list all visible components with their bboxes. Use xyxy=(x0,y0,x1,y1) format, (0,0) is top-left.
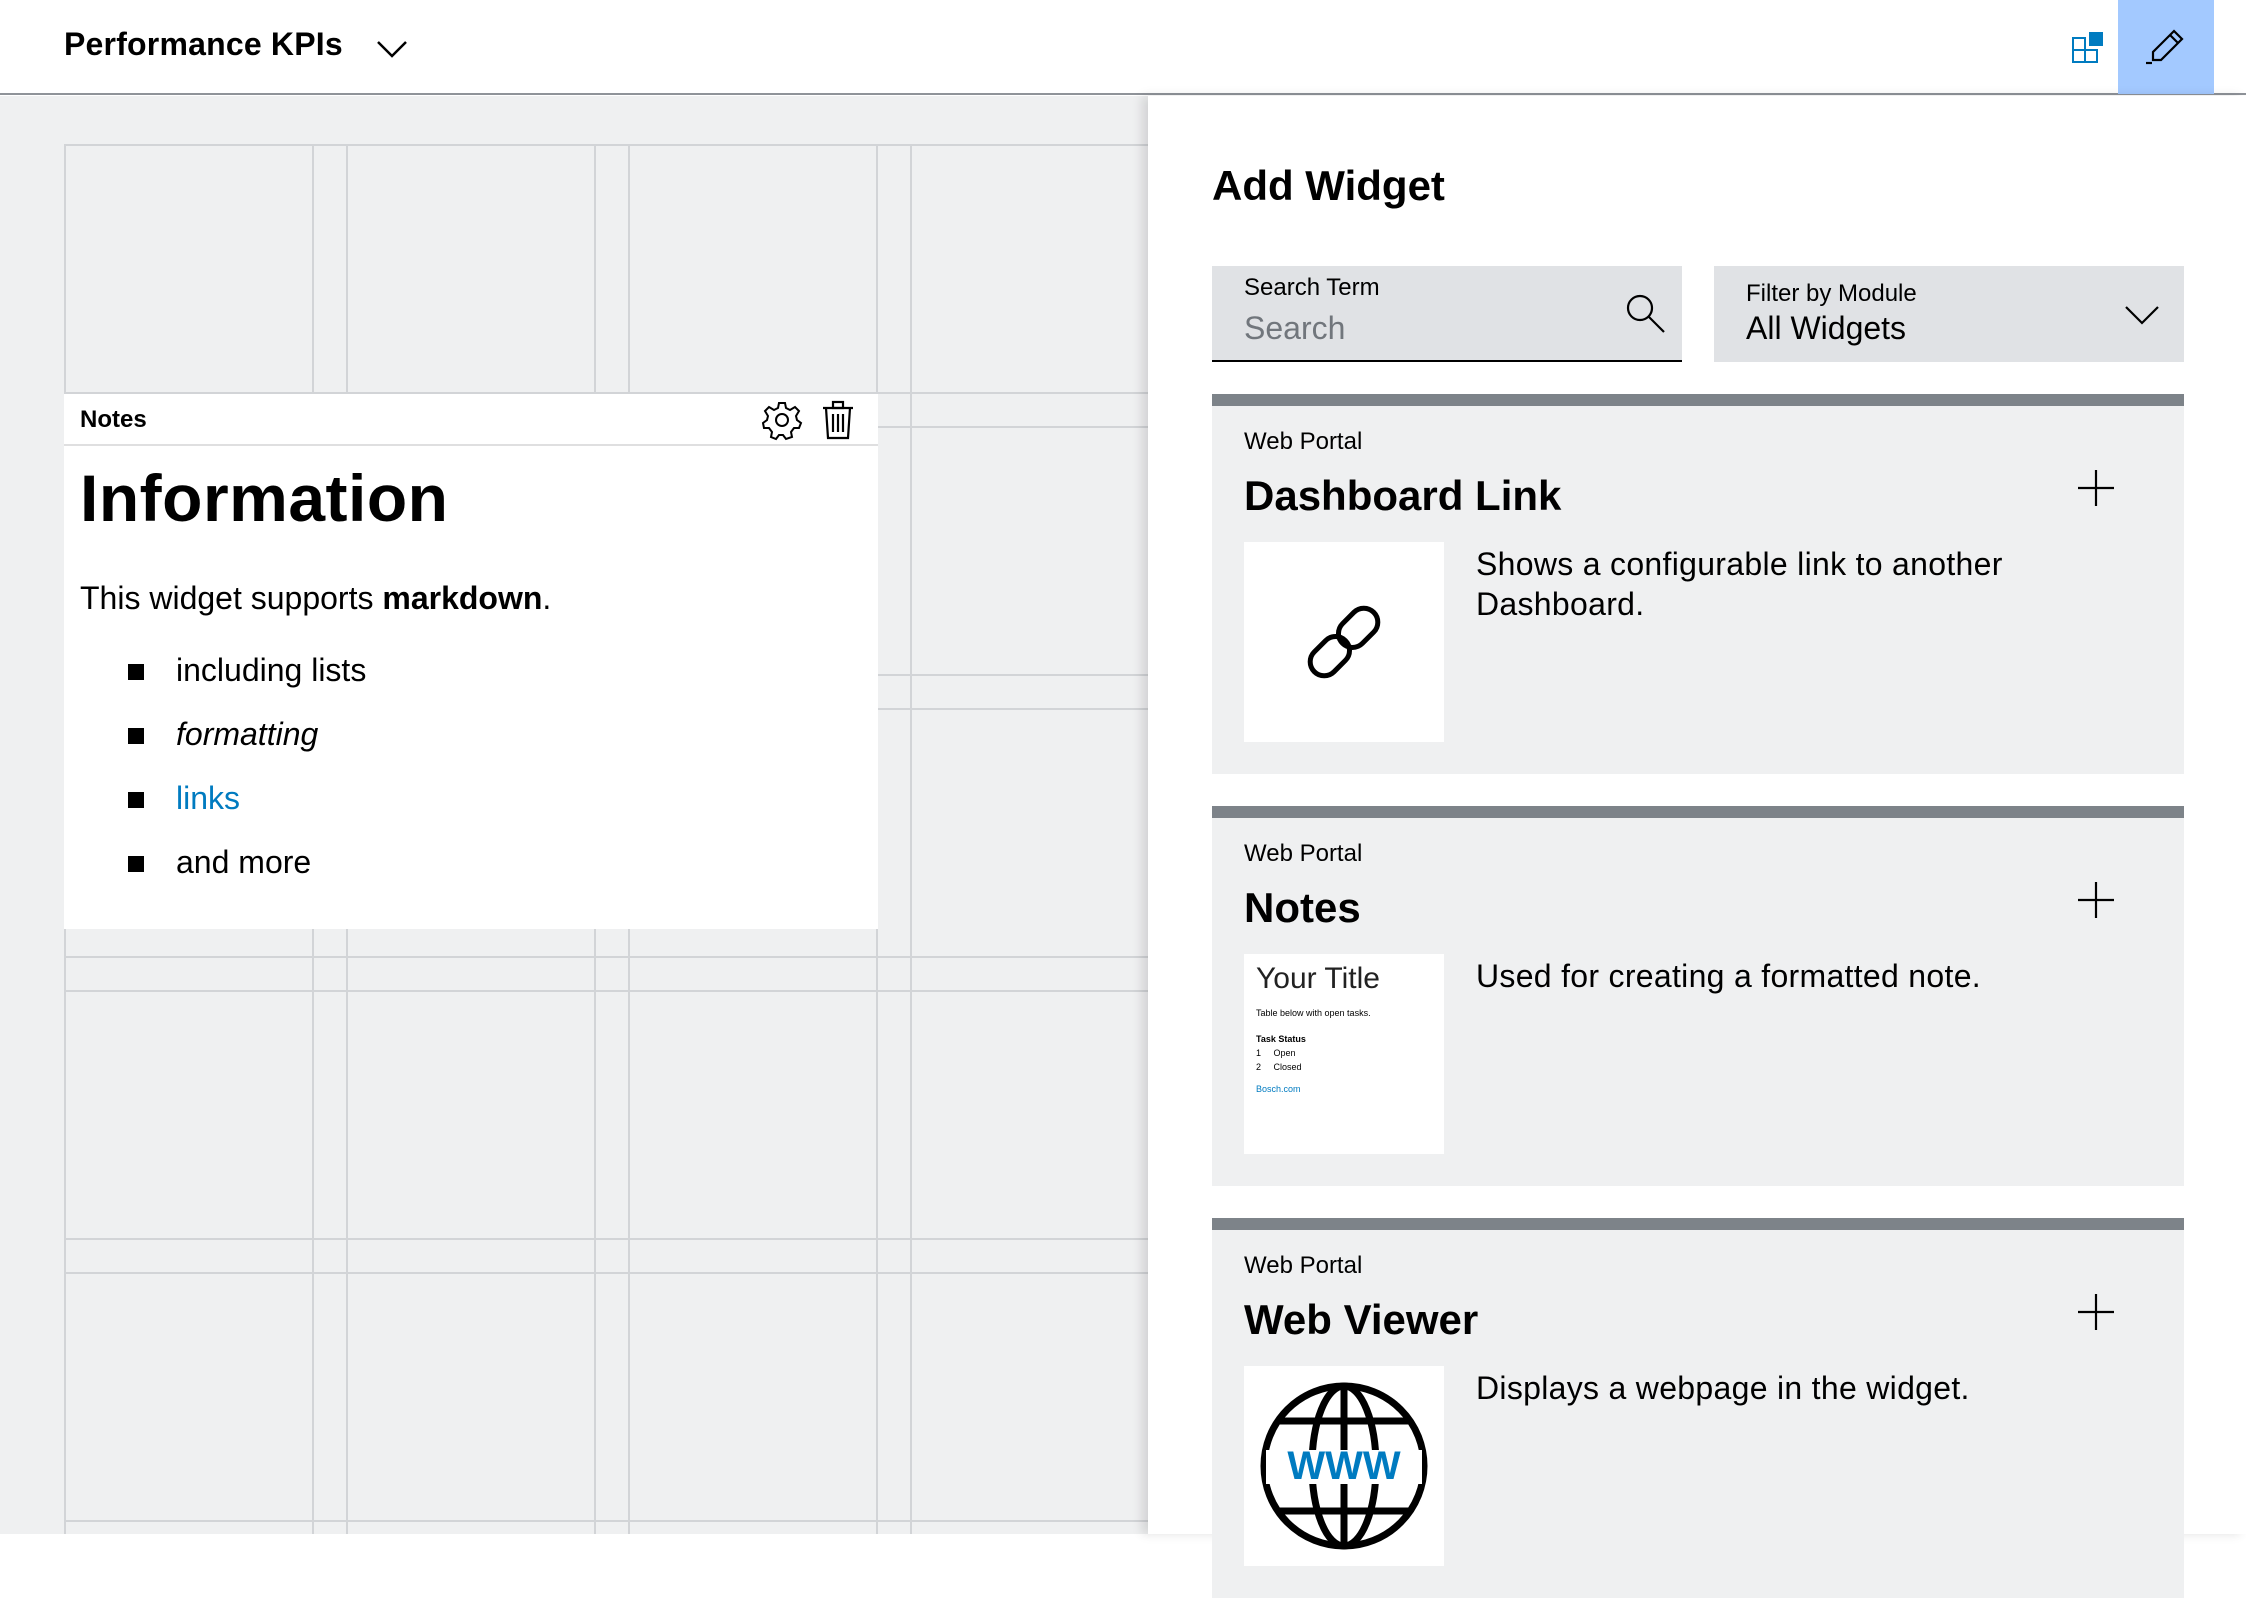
chevron-down-icon xyxy=(2125,306,2159,325)
list-item-link[interactable]: links xyxy=(176,780,240,816)
dashboard-title[interactable]: Performance KPIs xyxy=(64,26,343,63)
notes-widget[interactable]: Notes Information This widget supports m… xyxy=(64,394,878,929)
add-icon[interactable] xyxy=(2072,464,2120,512)
preview-row: 2 Closed xyxy=(1256,1062,1302,1072)
card-thumbnail: Your Title Table below with open tasks. … xyxy=(1244,954,1444,1154)
module-filter-select[interactable]: Filter by Module All Widgets xyxy=(1714,266,2184,362)
bullet-icon xyxy=(128,792,144,808)
widget-title: Notes xyxy=(80,406,147,433)
card-thumbnail: WWW xyxy=(1244,1366,1444,1566)
dashboard-layout-icon xyxy=(2072,32,2103,63)
intro-bold-text: markdown xyxy=(382,580,543,616)
note-heading: Information xyxy=(80,461,449,535)
list-item: links xyxy=(128,778,366,842)
search-label: Search Term xyxy=(1244,274,1380,301)
list-item: including lists xyxy=(128,650,366,714)
search-field[interactable]: Search Term xyxy=(1212,266,1682,362)
widget-card-dashboard-link[interactable]: Web Portal Dashboard Link Shows a config… xyxy=(1212,394,2184,774)
add-icon[interactable] xyxy=(2072,1288,2120,1336)
globe-www-icon: WWW xyxy=(1260,1382,1428,1550)
gear-icon[interactable] xyxy=(760,398,804,442)
preview-subtitle: Table below with open tasks. xyxy=(1256,1008,1371,1018)
edit-button[interactable] xyxy=(2118,0,2214,94)
filter-label: Filter by Module xyxy=(1746,280,1917,307)
widget-header: Notes xyxy=(64,394,878,446)
list-item: and more xyxy=(128,842,366,906)
top-bar: Performance KPIs xyxy=(0,0,2246,95)
card-description: Shows a configurable link to another Das… xyxy=(1476,546,2003,622)
card-description: Used for creating a formatted note. xyxy=(1476,958,1981,994)
list-item-text: formatting xyxy=(176,716,319,752)
panel-title: Add Widget xyxy=(1212,162,1445,209)
card-module: Web Portal xyxy=(1244,428,1363,455)
preview-title: Your Title xyxy=(1256,962,1380,995)
card-description: Displays a webpage in the widget. xyxy=(1476,1370,1970,1406)
bullet-icon xyxy=(128,856,144,872)
card-name: Dashboard Link xyxy=(1244,472,1562,519)
card-module: Web Portal xyxy=(1244,1252,1363,1279)
card-module: Web Portal xyxy=(1244,840,1363,867)
preview-table-header: Task Status xyxy=(1256,1034,1306,1044)
list-item-text: including lists xyxy=(176,652,367,688)
card-name: Notes xyxy=(1244,884,1361,931)
add-icon[interactable] xyxy=(2072,876,2120,924)
filter-value: All Widgets xyxy=(1746,310,1907,346)
widget-card-notes[interactable]: Web Portal Notes Your Title Table below … xyxy=(1212,806,2184,1186)
list-item: formatting xyxy=(128,714,366,778)
preview-row: 1 Open xyxy=(1256,1048,1296,1058)
note-intro: This widget supports markdown. xyxy=(80,580,551,617)
card-name: Web Viewer xyxy=(1244,1296,1479,1343)
pencil-icon xyxy=(2146,29,2184,65)
link-icon xyxy=(1307,605,1381,679)
intro-suffix: . xyxy=(542,580,552,616)
widget-card-web-viewer[interactable]: Web Portal Web Viewer WWW Displays a web… xyxy=(1212,1218,2184,1598)
list-item-text: and more xyxy=(176,844,312,880)
search-input[interactable] xyxy=(1244,306,1604,350)
preview-link: Bosch.com xyxy=(1256,1084,1301,1094)
note-list: including lists formatting links and mor… xyxy=(128,650,366,906)
bullet-icon xyxy=(128,728,144,744)
trash-icon[interactable] xyxy=(816,398,860,442)
add-widget-panel: Add Widget Search Term Filter by Module … xyxy=(1148,96,2246,1598)
search-icon[interactable] xyxy=(1622,290,1670,338)
www-label: WWW xyxy=(1287,1444,1401,1488)
chevron-down-icon[interactable] xyxy=(374,30,410,66)
intro-text: This widget supports xyxy=(80,580,383,616)
notes-preview: Your Title Table below with open tasks. … xyxy=(1256,962,1436,1094)
bullet-icon xyxy=(128,664,144,680)
card-thumbnail xyxy=(1244,542,1444,742)
